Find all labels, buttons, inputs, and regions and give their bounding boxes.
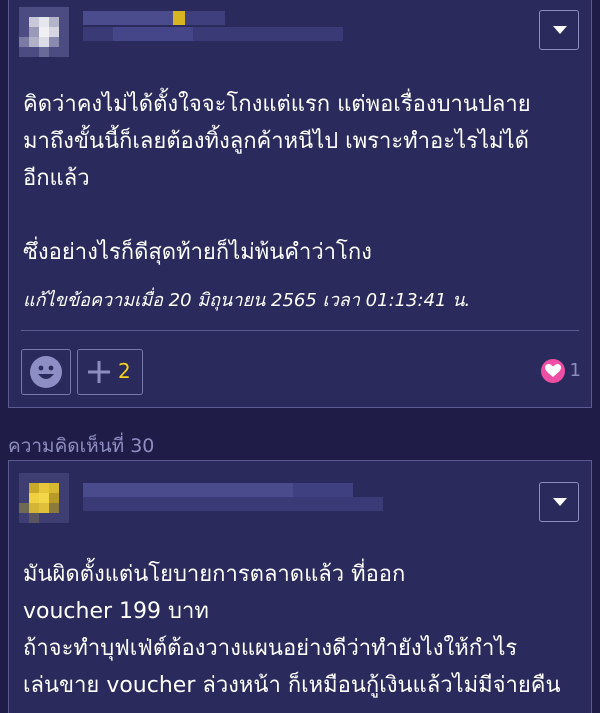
comment-card: มันผิดตั้งแต่นโยบายการตลาดแล้ว ที่ออก vo… xyxy=(8,460,592,713)
author-name-blurred[interactable] xyxy=(83,7,343,45)
comment-body: คิดว่าคงไม่ได้ตั้งใจจะโกงแต่แรก แต่พอเรื… xyxy=(23,92,531,265)
heart-reaction[interactable]: 1 xyxy=(535,359,581,385)
plus-vote-button[interactable]: 2 xyxy=(77,349,143,395)
comment-body: มันผิดตั้งแต่นโยบายการตลาดแล้ว ที่ออก vo… xyxy=(23,562,561,698)
divider xyxy=(21,330,579,331)
edit-timestamp: แก้ไขข้อความเมื่อ 20 มิถุนายน 2565 เวลา … xyxy=(23,290,471,311)
heart-icon xyxy=(541,359,565,383)
comment-menu-button[interactable] xyxy=(539,482,579,522)
plus-icon xyxy=(88,361,110,383)
chevron-down-icon xyxy=(553,26,567,34)
comment-card: คิดว่าคงไม่ได้ตั้งใจจะโกงแต่แรก แต่พอเรื… xyxy=(8,0,592,408)
emoji-reaction-button[interactable] xyxy=(21,349,71,395)
avatar[interactable] xyxy=(19,7,69,57)
heart-count: 1 xyxy=(569,360,581,381)
avatar[interactable] xyxy=(19,473,69,523)
smiley-icon xyxy=(30,356,62,388)
author-name-blurred[interactable] xyxy=(83,475,383,513)
chevron-down-icon xyxy=(553,498,567,506)
page: คิดว่าคงไม่ได้ตั้งใจจะโกงแต่แรก แต่พอเรื… xyxy=(0,0,600,713)
plus-count: 2 xyxy=(118,359,131,383)
comment-number-label: ความคิดเห็นที่ 30 xyxy=(8,435,155,457)
comment-menu-button[interactable] xyxy=(539,10,579,50)
